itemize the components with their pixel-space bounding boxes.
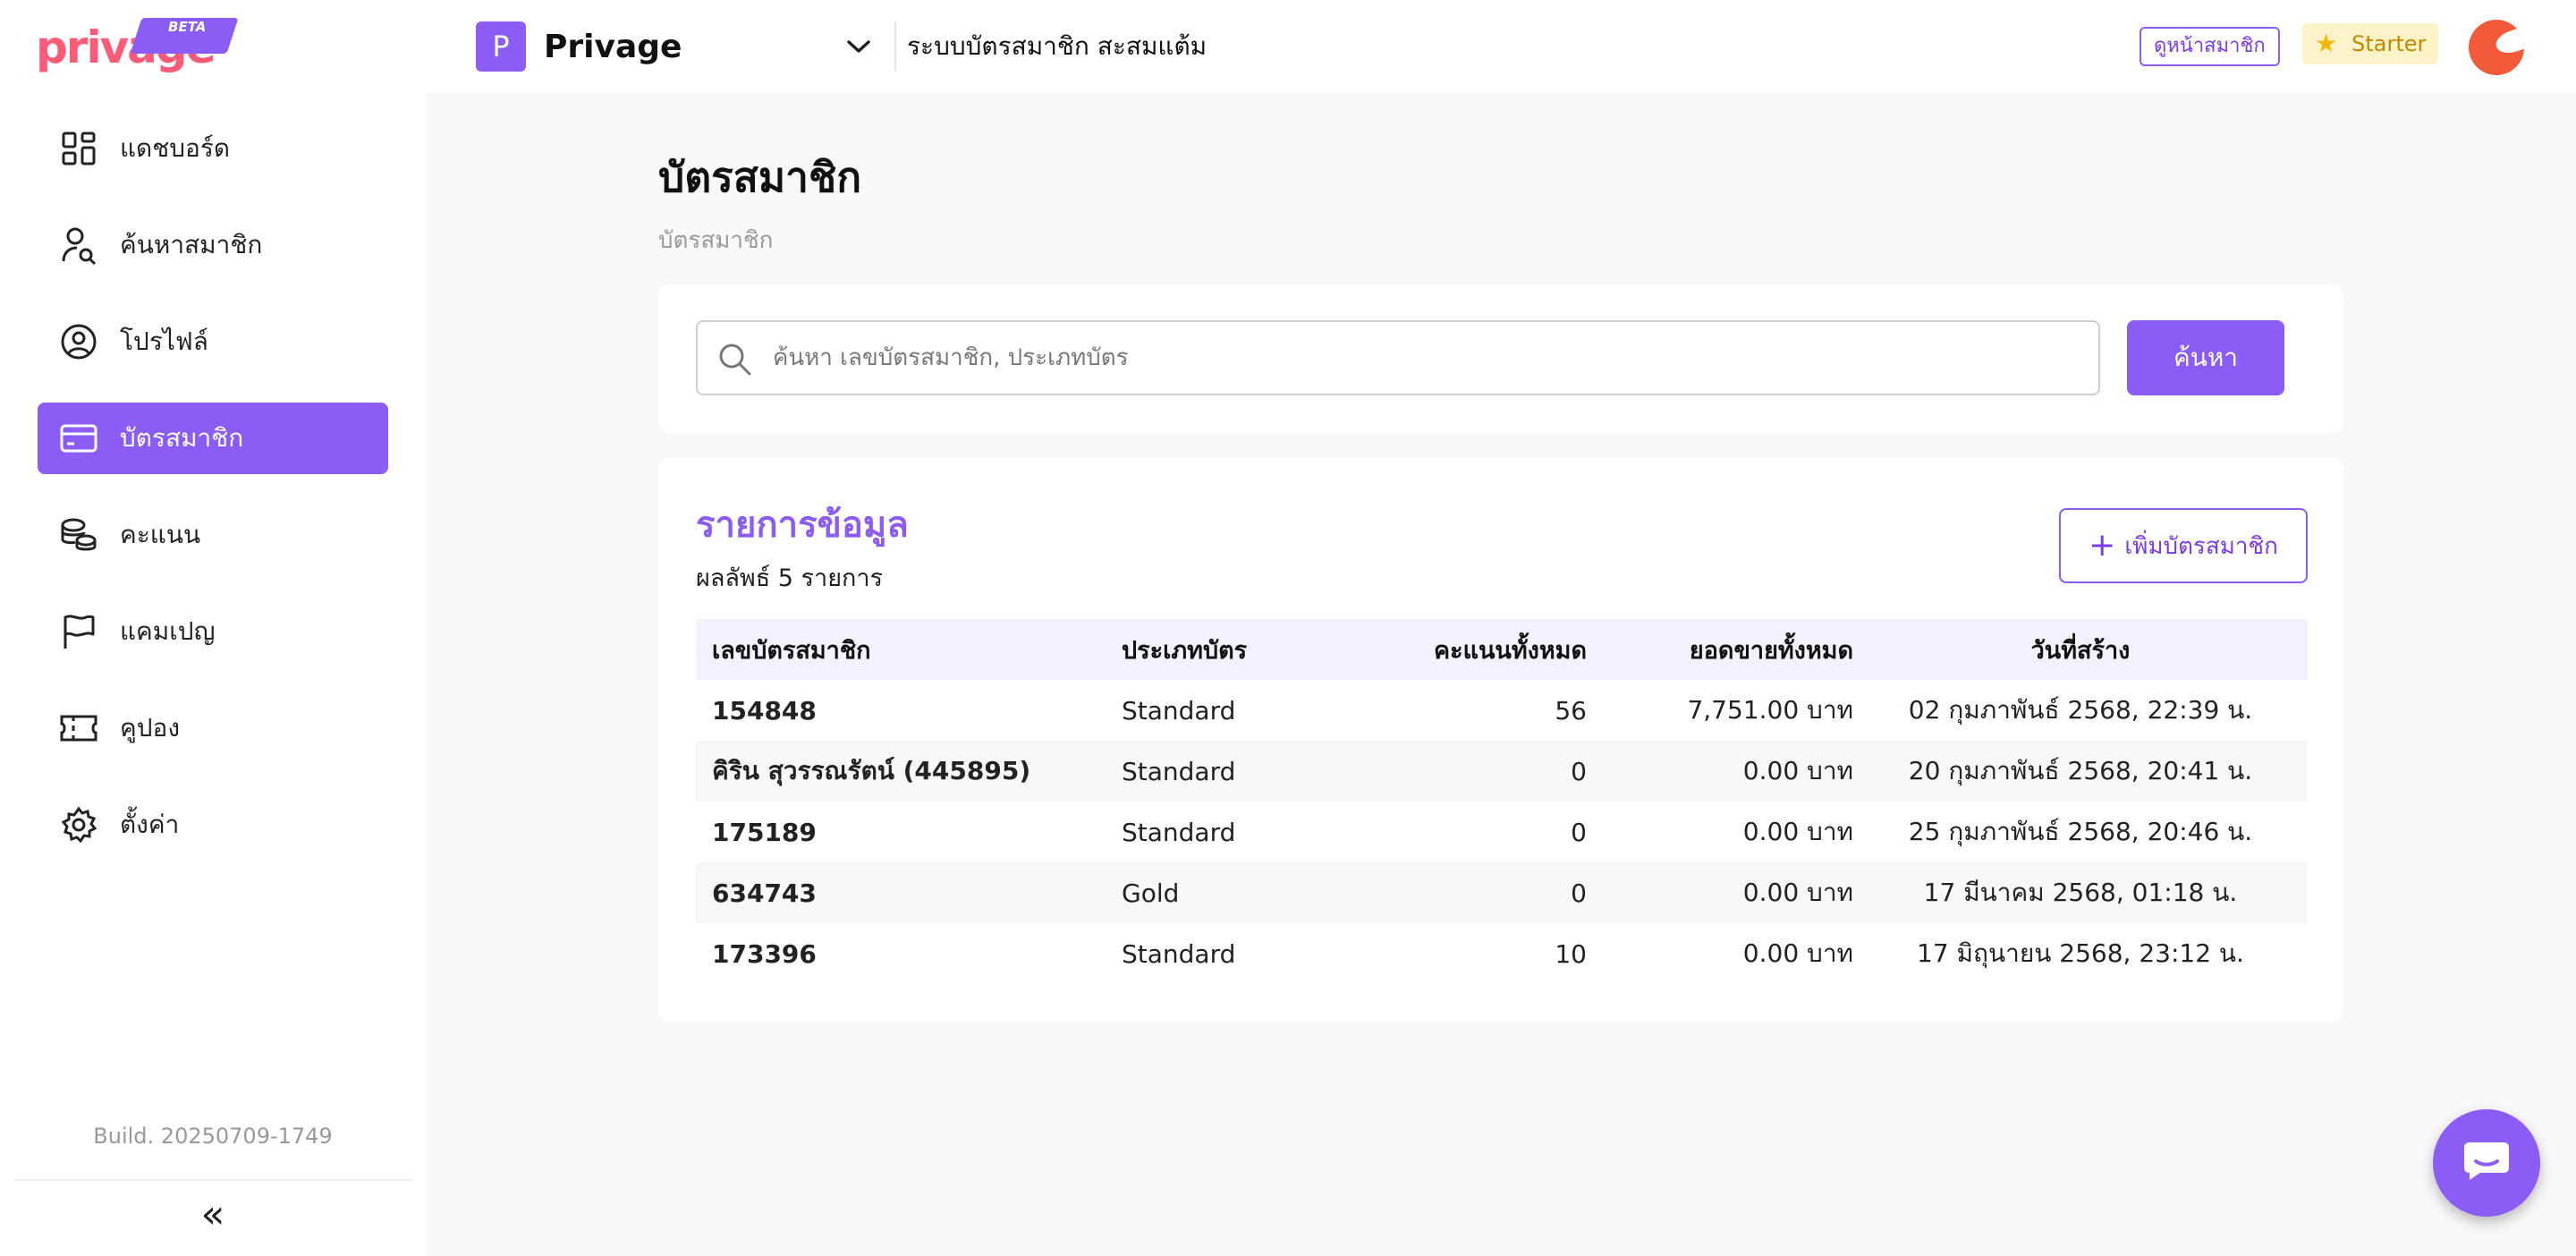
chevron-down-icon[interactable] <box>841 32 877 61</box>
app-logo[interactable]: privage BETA <box>36 18 239 75</box>
cell-card-number: คิริน สุวรรณรัตน์ (445895) <box>696 741 1122 802</box>
beta-badge: BETA <box>130 18 239 54</box>
column-header-total-points[interactable]: คะแนนทั้งหมด <box>1318 619 1587 680</box>
column-header-card-number[interactable]: เลขบัตรสมาชิก <box>696 619 1122 680</box>
sidebar-item-label: โปรไฟล์ <box>120 327 208 356</box>
sidebar-item-label: แคมเปญ <box>120 616 216 646</box>
sidebar-item-coupon[interactable]: คูปอง <box>38 692 388 764</box>
cell-total-points: 0 <box>1318 862 1587 923</box>
sidebar-item-campaign[interactable]: แคมเปญ <box>38 596 388 667</box>
brand-initial: P <box>476 21 526 72</box>
brand-switcher[interactable]: P Privage <box>476 21 682 72</box>
table-row[interactable]: 634743 Gold 0 0.00 บาท 17 มีนาคม 2568, 0… <box>696 862 2308 923</box>
cell-card-number: 154848 <box>712 695 817 726</box>
sidebar-item-label: แดชบอร์ด <box>120 133 231 163</box>
header-divider <box>894 21 896 72</box>
sidebar-item-profile[interactable]: โปรไฟล์ <box>38 306 388 378</box>
cell-card-type: Standard <box>1122 695 1236 726</box>
cell-card-number: 634743 <box>696 862 1122 923</box>
cell-total-points: 0 <box>1571 817 1587 847</box>
ticket-icon <box>59 709 98 748</box>
search-input[interactable] <box>773 324 2079 392</box>
star-icon: ★ <box>2315 29 2338 58</box>
build-version: Build. 20250709-1749 <box>93 1124 333 1149</box>
user-search-icon <box>59 225 98 265</box>
sidebar-item-label: ค้นหาสมาชิก <box>120 230 263 259</box>
cell-card-type: Gold <box>1122 862 1318 923</box>
gear-icon <box>59 805 98 844</box>
sidebar: แดชบอร์ด ค้นหาสมาชิก โปรไฟล์ บัตรสมาชิก … <box>0 93 426 1256</box>
table-row[interactable]: 154848 Standard 56 7,751.00 บาท 02 กุมภา… <box>696 680 2308 741</box>
table-row[interactable]: คิริน สุวรรณรัตน์ (445895) Standard 0 0.… <box>696 741 2308 802</box>
cell-card-type: Standard <box>1122 741 1318 802</box>
table-row[interactable]: 175189 Standard 0 0.00 บาท 25 กุมภาพันธ์… <box>696 802 2308 862</box>
add-member-card-button[interactable]: + เพิ่มบัตรสมาชิก <box>2059 508 2308 583</box>
search-card: ค้นหา <box>658 284 2343 433</box>
plan-label: Starter <box>2351 31 2427 56</box>
sidebar-divider <box>14 1179 413 1181</box>
dashboard-icon <box>59 129 98 168</box>
brand-name: Privage <box>544 28 682 65</box>
chat-icon <box>2462 1141 2511 1185</box>
column-header-total-sales[interactable]: ยอดขายทั้งหมด <box>1587 619 1853 680</box>
profile-icon <box>59 322 98 361</box>
column-header-card-type[interactable]: ประเภทบัตร <box>1122 619 1318 680</box>
cell-created-date: 20 กุมภาพันธ์ 2568, 20:41 น. <box>1853 741 2308 802</box>
sidebar-item-label: ตั้งค่า <box>120 810 180 839</box>
search-box[interactable] <box>696 320 2100 395</box>
breadcrumb[interactable]: บัตรสมาชิก <box>658 222 773 259</box>
top-bar: privage BETA P Privage ระบบบัตรสมาชิก สะ… <box>0 0 2576 93</box>
collapse-sidebar-button[interactable]: « <box>195 1195 231 1238</box>
table-header-row: เลขบัตรสมาชิก ประเภทบัตร คะแนนทั้งหมด ยอ… <box>696 619 2308 680</box>
result-count: ผลลัพธ์ 5 รายการ <box>696 564 884 592</box>
sidebar-item-settings[interactable]: ตั้งค่า <box>38 789 388 861</box>
sidebar-item-points[interactable]: คะแนน <box>38 499 388 571</box>
sidebar-item-member-card[interactable]: บัตรสมาชิก <box>38 403 388 474</box>
search-button[interactable]: ค้นหา <box>2127 320 2284 395</box>
card-icon <box>59 419 98 458</box>
chat-button[interactable] <box>2433 1109 2540 1217</box>
sidebar-item-label: บัตรสมาชิก <box>120 423 244 453</box>
cell-created-date: 02 กุมภาพันธ์ 2568, 22:39 น. <box>1908 695 2253 725</box>
sidebar-item-label: คูปอง <box>120 713 180 743</box>
cell-created-date: 25 กุมภาพันธ์ 2568, 20:46 น. <box>1908 817 2253 846</box>
cell-total-sales: 0.00 บาท <box>1742 938 1853 968</box>
avatar[interactable] <box>2469 20 2524 75</box>
cell-total-sales: 0.00 บาท <box>1587 741 1853 802</box>
cell-card-number: 173396 <box>712 938 817 969</box>
list-title: รายการข้อมูล <box>696 505 909 546</box>
cell-total-sales: 7,751.00 บาท <box>1687 695 1853 725</box>
search-icon <box>717 342 753 378</box>
flag-icon <box>59 612 98 651</box>
cell-card-type: Standard <box>1122 938 1236 969</box>
cell-created-date: 17 มีนาคม 2568, 01:18 น. <box>1853 862 2308 923</box>
plus-icon: + <box>2089 527 2116 564</box>
view-member-page-button[interactable]: ดูหน้าสมาชิก <box>2140 27 2280 66</box>
cell-total-sales: 0.00 บาท <box>1742 817 1853 846</box>
cell-card-number: 175189 <box>712 817 817 847</box>
cell-total-points: 10 <box>1555 938 1587 969</box>
cell-created-date: 17 มิถุนายน 2568, 23:12 น. <box>1917 938 2244 968</box>
data-list-card: รายการข้อมูล ผลลัพธ์ 5 รายการ + เพิ่มบัต… <box>658 458 2343 1022</box>
sidebar-item-label: คะแนน <box>120 520 201 549</box>
cell-total-points: 56 <box>1555 695 1587 726</box>
add-member-card-label: เพิ่มบัตรสมาชิก <box>2124 532 2278 560</box>
plan-badge[interactable]: ★ Starter <box>2302 23 2439 64</box>
table-row[interactable]: 173396 Standard 10 0.00 บาท 17 มิถุนายน … <box>696 923 2308 984</box>
member-card-table: เลขบัตรสมาชิก ประเภทบัตร คะแนนทั้งหมด ยอ… <box>696 619 2308 984</box>
page-title: บัตรสมาชิก <box>658 153 862 201</box>
system-title: ระบบบัตรสมาชิก สะสมแต้ม <box>907 31 1208 61</box>
coins-icon <box>59 515 98 555</box>
sidebar-item-dashboard[interactable]: แดชบอร์ด <box>38 113 388 184</box>
column-header-created-date[interactable]: วันที่สร้าง <box>1853 619 2308 680</box>
cell-total-sales: 0.00 บาท <box>1587 862 1853 923</box>
cell-card-type: Standard <box>1122 817 1236 847</box>
sidebar-item-member-search[interactable]: ค้นหาสมาชิก <box>38 209 388 281</box>
cell-total-points: 0 <box>1318 741 1587 802</box>
